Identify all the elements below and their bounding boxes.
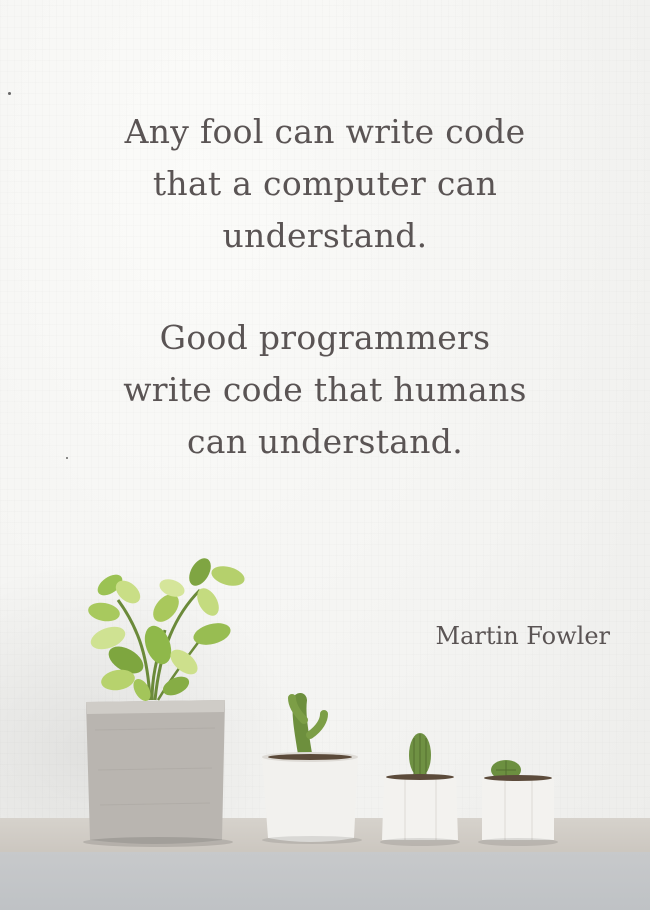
cactus-small	[409, 733, 431, 778]
shelf-front	[0, 852, 650, 910]
cactus-tall	[288, 693, 328, 767]
quote-line: that a computer can	[152, 164, 498, 203]
potted-plants-illustration	[83, 558, 558, 847]
quote-poster: Any fool can write code that a computer …	[0, 0, 650, 910]
quote-line: Any fool can write code	[124, 112, 526, 151]
round-white-pot	[262, 752, 358, 842]
wall-speck	[8, 92, 11, 95]
concrete-pot	[86, 700, 225, 844]
quote-line: Good programmers	[159, 318, 491, 357]
quote-first-sentence: Any fool can write code that a computer …	[40, 106, 610, 262]
hexagonal-white-pot	[382, 774, 458, 840]
quote-line: write code that humans	[123, 370, 527, 409]
quote-second-sentence: Good programmers write code that humans …	[40, 312, 610, 468]
leafy-plant	[88, 558, 245, 701]
small-white-pot	[482, 775, 554, 840]
quote-line: understand.	[222, 216, 428, 255]
quote-line: can understand.	[186, 422, 464, 461]
